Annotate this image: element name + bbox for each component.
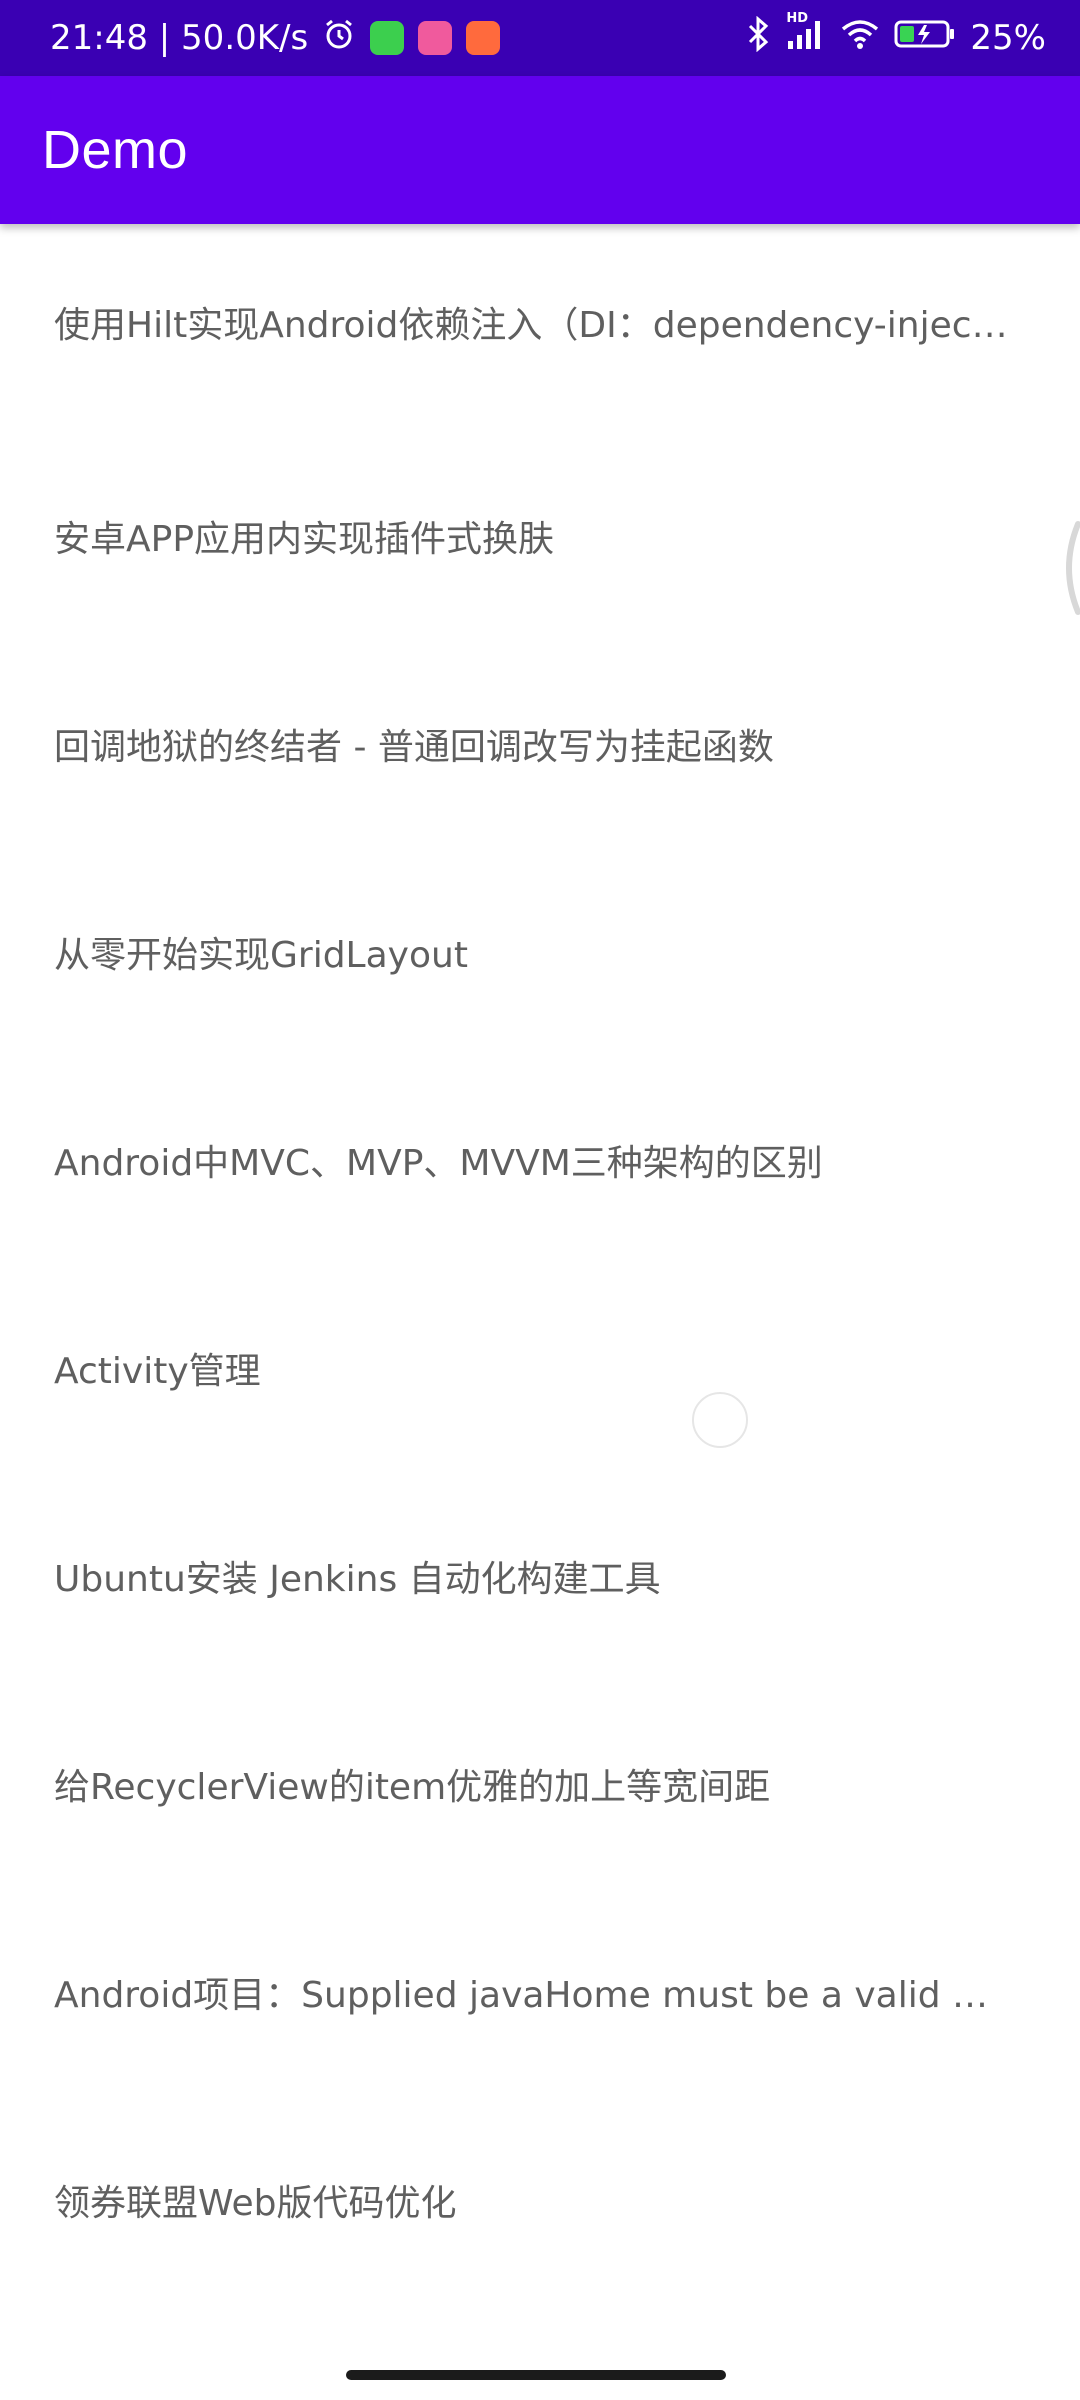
list-item[interactable]: 给RecyclerView的item优雅的加上等宽间距 (0, 1680, 1080, 1888)
list-item[interactable]: 安卓APP应用内实现插件式换肤 (0, 432, 1080, 640)
list-item[interactable]: 领券联盟Web版代码优化 (0, 2096, 1080, 2304)
app-notification-icon (466, 21, 501, 55)
status-time-speed: 21:48 | 50.0K/s (50, 18, 309, 58)
battery-percent: 25% (970, 18, 1046, 58)
status-bar: 21:48 | 50.0K/s HD 25% (0, 0, 1080, 76)
list-item-title: 领券联盟Web版代码优化 (54, 2183, 457, 2224)
list-item[interactable]: 使用Hilt实现Android依赖注入（DI：dependency-inject… (0, 224, 1080, 432)
list-item-title: Ubuntu安装 Jenkins 自动化构建工具 (54, 1559, 661, 1600)
app-notification-icon (370, 21, 405, 55)
list-item[interactable]: Android项目：Supplied javaHome must be a va… (0, 1888, 1080, 2096)
alarm-icon (322, 17, 356, 60)
article-list[interactable]: 使用Hilt实现Android依赖注入（DI：dependency-inject… (0, 224, 1080, 2304)
app-bar: Demo (0, 76, 1080, 224)
wifi-icon (840, 17, 880, 60)
list-item-title: 安卓APP应用内实现插件式换肤 (54, 519, 555, 560)
list-item-title: Android中MVC、MVP、MVVM三种架构的区别 (54, 1143, 823, 1184)
hd-label: HD (786, 10, 809, 26)
list-item[interactable]: 从零开始实现GridLayout (0, 848, 1080, 1056)
list-item[interactable]: Android中MVC、MVP、MVVM三种架构的区别 (0, 1056, 1080, 1264)
signal-icon: HD (786, 11, 826, 60)
app-title: Demo (42, 120, 189, 180)
status-right: HD 25% (746, 11, 1046, 61)
gesture-navigation-bar[interactable] (346, 2370, 726, 2380)
list-item[interactable]: 回调地狱的终结者 - 普通回调改写为挂起函数 (0, 640, 1080, 848)
app-notification-icon (418, 21, 453, 55)
battery-icon (894, 17, 956, 60)
status-left: 21:48 | 50.0K/s (50, 17, 501, 60)
scroll-edge-indicator (1066, 521, 1080, 615)
bluetooth-icon (746, 15, 772, 61)
list-item-title: Activity管理 (54, 1351, 261, 1392)
list-item-title: Android项目：Supplied javaHome must be a va… (54, 1975, 1010, 2016)
list-item-title: 从零开始实现GridLayout (54, 935, 468, 976)
list-item-title: 回调地狱的终结者 - 普通回调改写为挂起函数 (54, 727, 774, 768)
list-item-title: 给RecyclerView的item优雅的加上等宽间距 (54, 1767, 771, 1808)
list-item-title: 使用Hilt实现Android依赖注入（DI：dependency-inject… (54, 305, 1010, 346)
touch-indicator (692, 1392, 748, 1448)
list-item[interactable]: Activity管理 (0, 1264, 1080, 1472)
list-item[interactable]: Ubuntu安装 Jenkins 自动化构建工具 (0, 1472, 1080, 1680)
